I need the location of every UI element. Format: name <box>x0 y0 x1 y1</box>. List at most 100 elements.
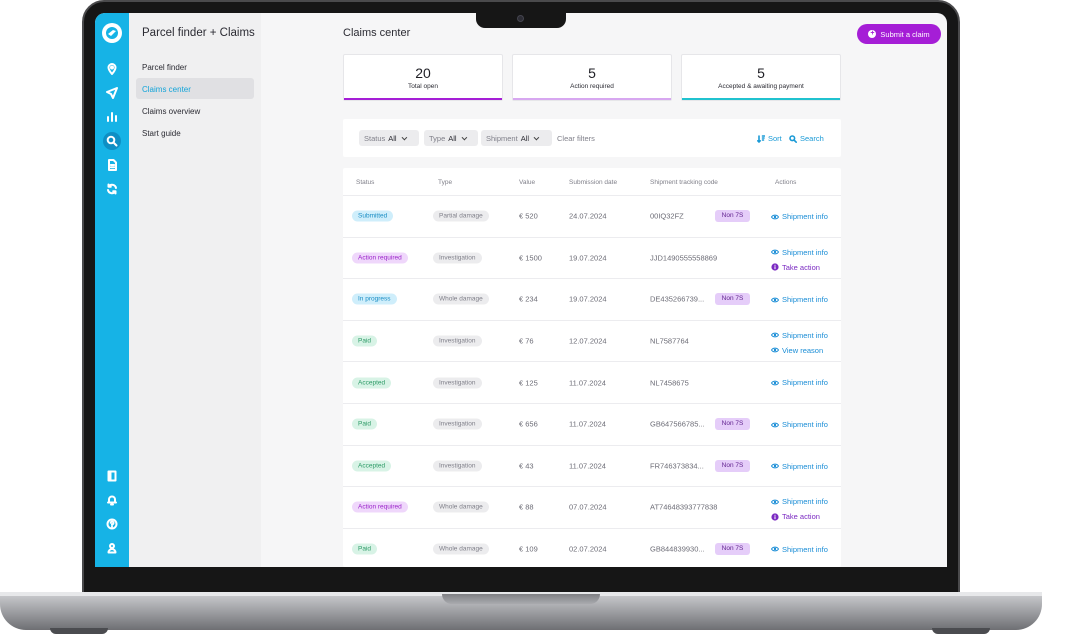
eye-icon <box>771 248 779 256</box>
tracking-code[interactable]: JJD1490555558869 <box>650 253 717 262</box>
search-icon[interactable] <box>103 132 121 150</box>
shipment-info-link[interactable]: Shipment info <box>771 497 828 506</box>
shipment-info-link[interactable]: Shipment info <box>771 420 828 429</box>
table-row[interactable]: Paid Investigation € 76 12.07.2024 NL7587764… <box>343 319 841 362</box>
table-row[interactable]: Accepted Investigation € 125 11.07.2024 NL74… <box>343 361 841 403</box>
filter-value: All <box>520 134 530 143</box>
submit-claim-button[interactable]: + Submit a claim <box>857 24 941 44</box>
status-badge: Paid <box>352 335 378 347</box>
camera-icon <box>517 15 524 22</box>
sort-icon <box>757 134 765 143</box>
action-label: Shipment info <box>782 378 828 388</box>
stat-card-action-required[interactable]: 5 Action required <box>512 54 672 101</box>
tracking-code[interactable]: NL7458675 <box>650 378 689 387</box>
bell-icon[interactable] <box>103 491 121 509</box>
info-icon <box>771 263 779 271</box>
action-label: Shipment info <box>782 295 828 305</box>
nav-item-claims-center[interactable]: Claims center <box>136 78 254 99</box>
table-row[interactable]: Paid Whole damage € 109 02.07.2024 GB8448399… <box>343 527 841 567</box>
column-header-submission-date[interactable]: Submission date <box>569 179 617 186</box>
table-row[interactable]: In progress Whole damage € 234 19.07.2024 DE… <box>343 278 841 320</box>
eye-icon <box>771 498 779 506</box>
stat-accent-bar <box>513 98 671 100</box>
main-content: Claims center + Submit a claim 20 Total … <box>261 13 947 567</box>
status-badge: In progress <box>352 293 397 305</box>
book-icon[interactable] <box>103 467 121 485</box>
help-icon[interactable] <box>103 515 121 533</box>
clear-filters-link[interactable]: Clear filters <box>557 134 595 143</box>
stat-card-total-open[interactable]: 20 Total open <box>343 54 503 101</box>
non-7s-badge: Non 7S <box>715 210 750 223</box>
submission-date: 19.07.2024 <box>569 253 607 263</box>
eye-icon <box>771 379 779 387</box>
shipment-info-link[interactable]: Shipment info <box>771 295 828 304</box>
submission-date: 19.07.2024 <box>569 294 607 304</box>
shipment-info-link[interactable]: Shipment info <box>771 545 828 554</box>
shipment-info-link[interactable]: Shipment info <box>771 331 828 340</box>
user-icon[interactable] <box>103 539 121 557</box>
shipment-info-link[interactable]: Shipment info <box>771 248 828 257</box>
stat-value: 5 <box>757 65 765 81</box>
nav-item-parcel-finder[interactable]: Parcel finder <box>136 56 254 77</box>
tracking-code[interactable]: GB647566785... <box>650 420 705 429</box>
column-header-value[interactable]: Value <box>519 179 535 186</box>
column-header-tracking-code[interactable]: Shipment tracking code <box>650 179 718 186</box>
column-header-status[interactable]: Status <box>356 179 374 186</box>
table-row[interactable]: Action required Whole damage € 88 07.07.202… <box>343 486 841 528</box>
status-badge: Action required <box>352 252 408 264</box>
bar-chart-icon[interactable] <box>103 108 121 126</box>
claims-table: Status Type Value Submission date Shipme… <box>343 168 841 567</box>
tracking-code[interactable]: FR746373834... <box>650 461 704 470</box>
submission-date: 11.07.2024 <box>569 419 606 429</box>
status-badge: Paid <box>352 418 378 430</box>
document-icon[interactable] <box>103 156 121 174</box>
shipment-info-link[interactable]: Shipment info <box>771 462 828 471</box>
claim-value: € 76 <box>519 336 534 346</box>
non-7s-badge: Non 7S <box>715 293 750 306</box>
tracking-code[interactable]: DE435266739... <box>650 295 704 304</box>
column-header-type[interactable]: Type <box>438 179 452 186</box>
logo-icon[interactable] <box>102 23 122 43</box>
action-label: Shipment info <box>782 212 828 221</box>
stat-label: Accepted & awaiting payment <box>718 83 804 90</box>
location-pin-icon[interactable] <box>103 60 121 78</box>
nav-item-claims-overview[interactable]: Claims overview <box>136 100 254 121</box>
tracking-code[interactable]: 00IQ32FZ <box>650 212 684 221</box>
type-badge: Investigation <box>433 252 482 264</box>
stat-value: 20 <box>415 65 431 81</box>
search-button[interactable]: Search <box>789 134 824 143</box>
claim-value: € 125 <box>519 378 538 388</box>
tracking-code[interactable]: NL7587764 <box>650 337 689 346</box>
shipment-filter-dropdown[interactable]: Shipment All <box>481 130 552 146</box>
claim-value: € 520 <box>519 211 538 221</box>
nav-item-start-guide[interactable]: Start guide <box>136 122 254 143</box>
shipment-info-link[interactable]: Shipment info <box>771 378 828 387</box>
view-reason-link[interactable]: View reason <box>771 346 823 355</box>
claim-value: € 656 <box>519 419 538 429</box>
chevron-down-icon <box>461 134 467 141</box>
submit-claim-label: Submit a claim <box>880 29 930 39</box>
action-label: Shipment info <box>782 420 828 429</box>
laptop-groove <box>442 594 600 604</box>
search-icon <box>789 134 797 143</box>
table-row[interactable]: Accepted Investigation € 43 11.07.2024 FR746… <box>343 444 841 487</box>
table-row[interactable]: Paid Investigation € 656 11.07.2024 GB647566… <box>343 403 841 445</box>
status-filter-dropdown[interactable]: Status All <box>359 130 419 146</box>
tracking-code[interactable]: GB844839930... <box>650 545 705 554</box>
stat-label: Total open <box>408 83 438 90</box>
table-row[interactable]: Submitted Partial damage € 520 24.07.2024 00… <box>343 195 841 237</box>
stat-card-accepted-awaiting[interactable]: 5 Accepted & awaiting payment <box>681 54 841 101</box>
take-action-link[interactable]: Take action <box>771 512 820 521</box>
info-icon <box>771 513 779 521</box>
tracking-code[interactable]: AT74648393777838 <box>650 503 717 512</box>
type-filter-dropdown[interactable]: Type All <box>424 130 478 146</box>
take-action-link[interactable]: Take action <box>771 263 820 272</box>
send-icon[interactable] <box>103 84 121 102</box>
submission-date: 07.07.2024 <box>569 502 607 512</box>
shipment-info-link[interactable]: Shipment info <box>771 212 828 221</box>
refresh-icon[interactable] <box>103 180 121 198</box>
eye-icon <box>771 296 779 304</box>
sort-button[interactable]: Sort <box>757 134 782 143</box>
laptop-foot <box>932 628 990 634</box>
table-row[interactable]: Action required Investigation € 1500 19.07.… <box>343 236 841 279</box>
